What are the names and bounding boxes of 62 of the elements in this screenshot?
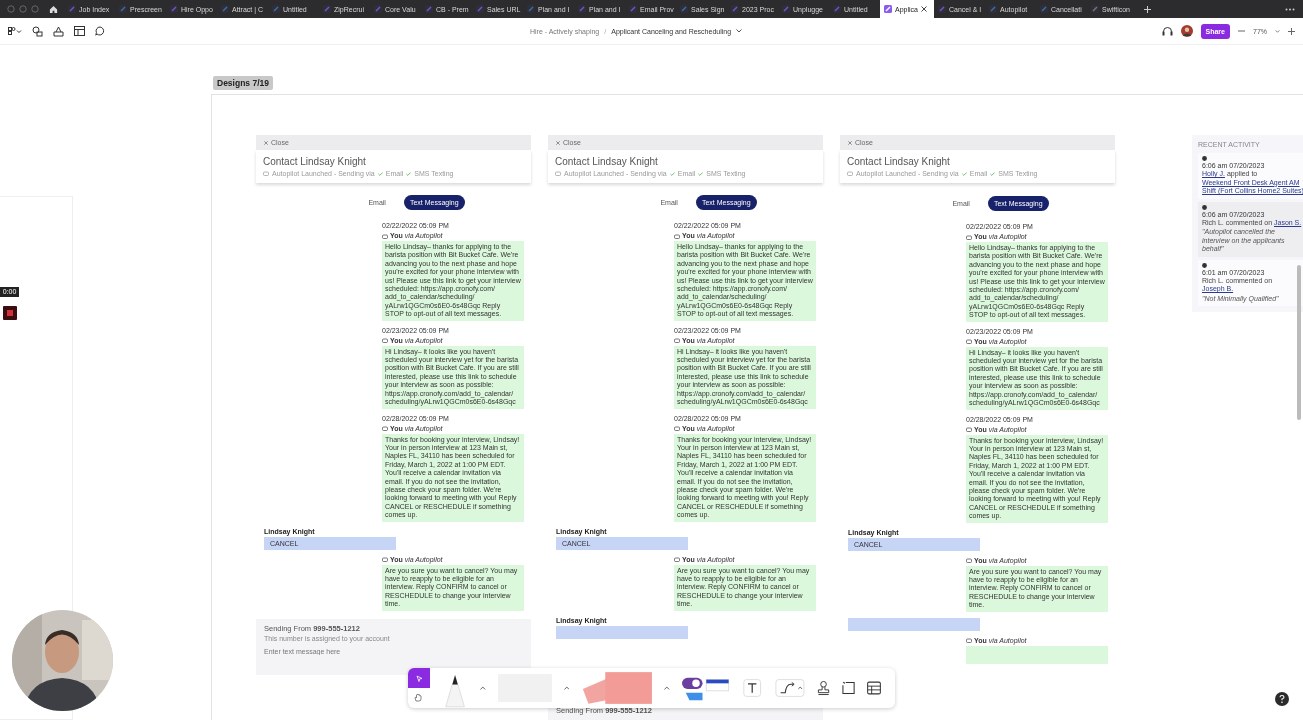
file-icon	[782, 5, 790, 13]
scrollbar[interactable]	[1297, 265, 1301, 420]
cursor-icon	[415, 674, 423, 682]
caret-icon[interactable]	[563, 686, 570, 690]
comment-icon[interactable]	[95, 26, 105, 36]
connector-icon[interactable]	[775, 678, 805, 698]
file-icon	[170, 5, 178, 13]
check-icon	[406, 171, 412, 176]
new-tab-icon[interactable]	[1144, 5, 1151, 13]
caret-icon[interactable]	[480, 686, 486, 690]
layout-icon[interactable]	[74, 26, 85, 36]
table-icon[interactable]	[867, 681, 881, 695]
card-title: Contact Lindsay Knight	[263, 156, 367, 167]
check-icon	[698, 171, 704, 176]
stop-icon[interactable]	[3, 306, 17, 320]
more-icon[interactable]	[1285, 7, 1295, 11]
file-icon	[374, 5, 382, 13]
home-icon[interactable]	[49, 4, 58, 14]
file-icon	[1091, 5, 1099, 13]
file-icon	[272, 5, 280, 13]
card-title: Contact Lindsay Knight	[847, 156, 951, 167]
pointer-tool[interactable]	[408, 668, 430, 688]
caret-icon[interactable]	[736, 29, 743, 33]
caret-icon[interactable]	[664, 686, 670, 690]
close-icon[interactable]	[920, 6, 927, 12]
menu-icon[interactable]	[8, 26, 22, 36]
file-icon	[731, 5, 739, 13]
stamp-icon[interactable]	[816, 680, 830, 696]
card-title: Contact Lindsay Knight	[555, 156, 659, 167]
file-icon	[938, 5, 946, 13]
shapes-icon[interactable]	[32, 25, 43, 37]
help-icon[interactable]	[1275, 692, 1289, 706]
file-icon	[1040, 5, 1048, 13]
file-icon	[119, 5, 127, 13]
file-icon	[680, 5, 688, 13]
stickers-drawing[interactable]	[681, 675, 729, 701]
check-icon	[990, 171, 996, 176]
file-icon	[629, 5, 637, 13]
close-icon	[848, 140, 852, 145]
file-icon	[578, 5, 586, 13]
text-tool-icon[interactable]	[740, 678, 763, 698]
close-icon	[556, 140, 560, 145]
check-icon	[669, 171, 675, 176]
hand-icon[interactable]	[414, 693, 423, 702]
section-label: Designs 7/19	[213, 76, 273, 90]
file-icon	[68, 5, 76, 13]
close-icon	[264, 140, 268, 145]
check-icon	[377, 171, 383, 176]
file-icon	[425, 5, 433, 13]
file-icon	[221, 5, 229, 13]
stamp-icon[interactable]	[53, 25, 64, 37]
section-icon[interactable]	[841, 681, 855, 695]
file-icon	[989, 5, 997, 13]
file-icon	[323, 5, 331, 13]
avatar[interactable]	[1180, 25, 1193, 37]
check-icon	[961, 171, 967, 176]
headphones-icon[interactable]	[1161, 26, 1173, 36]
file-icon	[527, 5, 535, 13]
zoom-in-icon[interactable]	[1288, 27, 1295, 35]
file-icon	[833, 5, 841, 13]
file-icon	[476, 5, 484, 13]
file-icon	[884, 5, 892, 13]
